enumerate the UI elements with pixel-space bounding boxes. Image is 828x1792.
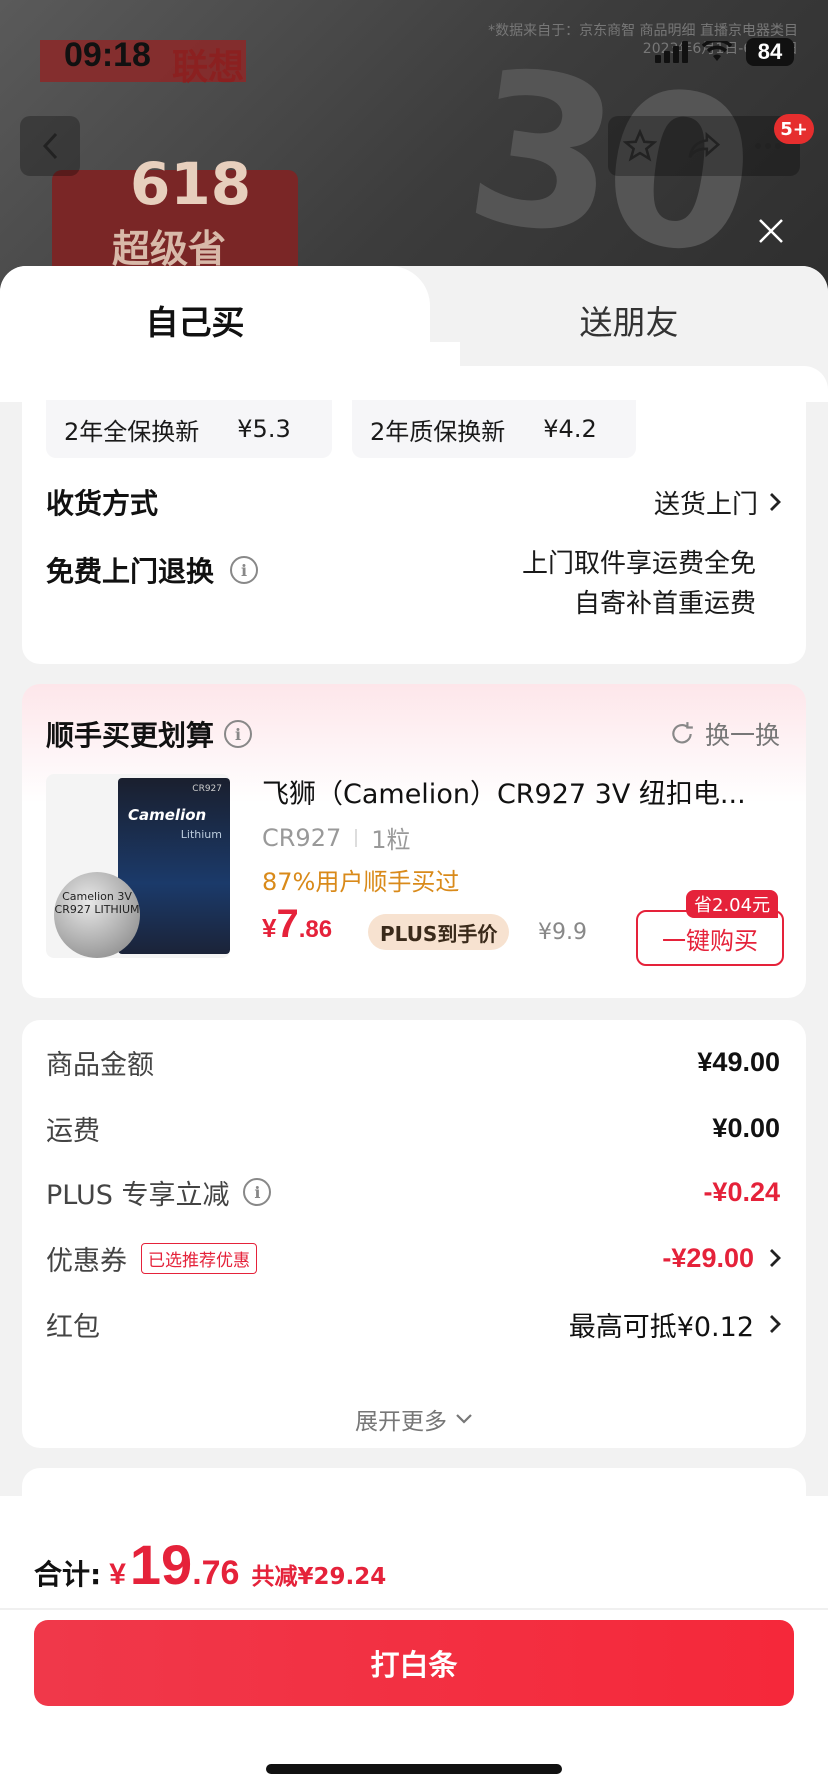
free-return-row: 免费上门退换 i 上门取件享运费全免 自寄补首重运费 [46,544,782,624]
shipping-row: 运费 ¥0.00 [46,1112,780,1147]
coupon-selected-tag: 已选推荐优惠 [141,1242,257,1274]
top-actions [608,116,800,176]
chevron-right-icon [770,493,781,511]
addon-bought-rate: 87%用户顺手买过 [262,868,460,896]
save-amount-badge: 省2.04元 [686,890,779,918]
tab-buy-myself[interactable]: 自己买 [0,266,460,402]
checkout-bottom-bar: 合计: ¥ 19 .76 共减¥29.24 打白条 [0,1496,828,1792]
swap-button[interactable]: 换一换 [669,716,780,752]
goods-amount-row: 商品金额 ¥49.00 [46,1046,780,1081]
one-click-buy-button[interactable]: 一键购买 [636,910,784,966]
redpacket-row[interactable]: 红包 最高可抵¥0.12 [46,1304,782,1344]
brand-logo-text: 联想 [172,47,245,88]
addon-recommend-card: 顺手买更划算 i 换一换 CR927 Camelion Lithium Came… [22,684,806,998]
delivery-method-value: 送货上门 [653,489,758,520]
back-button[interactable] [20,116,80,176]
pay-baitiao-button[interactable]: 打白条 [34,1620,794,1706]
battery-icon: 84 [746,38,794,66]
status-icons: 84 [655,38,794,66]
chevron-down-icon [456,1414,472,1424]
free-return-line1: 上门取件享运费全免 [521,549,756,579]
promo-banner-text: 超级省 [112,227,227,271]
free-return-label: 免费上门退换 [46,555,215,588]
cellular-signal-icon [655,41,688,63]
star-icon[interactable] [623,129,657,163]
delivery-method-row[interactable]: 收货方式 送货上门 [46,478,782,526]
free-return-line2: 自寄补首重运费 [573,589,756,619]
wifi-icon [702,41,732,61]
order-total: 合计: ¥ 19 .76 共减¥29.24 [34,1533,387,1596]
plus-discount-row: PLUS 专享立减 i -¥0.24 [46,1176,780,1211]
refresh-icon [672,722,693,744]
addon-title: 顺手买更划算 [46,719,215,752]
coupon-row[interactable]: 优惠券 已选推荐优惠 -¥29.00 [46,1238,782,1278]
total-savings: 共减¥29.24 [251,1564,387,1590]
chevron-left-icon [42,132,58,160]
close-icon[interactable] [756,216,786,246]
addon-product-title[interactable]: 飞狮（Camelion）CR927 3V 纽扣电... [262,772,782,811]
delivery-card: 2年全保换新 ¥5.3 2年质保换新 ¥4.2 收货方式 送货上门 免费上门退换… [22,400,806,664]
warranty-option-full[interactable]: 2年全保换新 ¥5.3 [46,400,332,458]
addon-product-image[interactable]: CR927 Camelion Lithium Camelion 3V CR927… [46,774,230,958]
info-icon[interactable]: i [243,1178,272,1206]
home-indicator [266,1764,562,1774]
status-time: 09:18 [64,36,151,74]
cart-count-badge: 5+ [774,114,814,144]
addon-product-spec: CR927 1粒 [262,823,411,855]
info-icon[interactable]: i [230,556,259,584]
plus-price-tag: PLUS到手价 [368,914,510,950]
price-summary-card: 商品金额 ¥49.00 运费 ¥0.00 PLUS 专享立减 i -¥0.24 … [22,1020,806,1448]
addon-price: ¥ 7 .86 [262,902,333,946]
chevron-right-icon [770,1249,781,1267]
delivery-method-label: 收货方式 [46,487,159,520]
info-icon[interactable]: i [224,720,253,748]
chevron-right-icon [770,1315,781,1333]
warranty-option-quality[interactable]: 2年质保换新 ¥4.2 [352,400,636,458]
share-icon[interactable] [687,129,721,163]
expand-more-button[interactable]: 展开更多 [22,1402,806,1436]
purchase-tabs: 送朋友 自己买 [0,266,828,402]
addon-original-price: ¥9.9 [538,920,587,945]
promo-banner-number: 618 [130,150,252,218]
